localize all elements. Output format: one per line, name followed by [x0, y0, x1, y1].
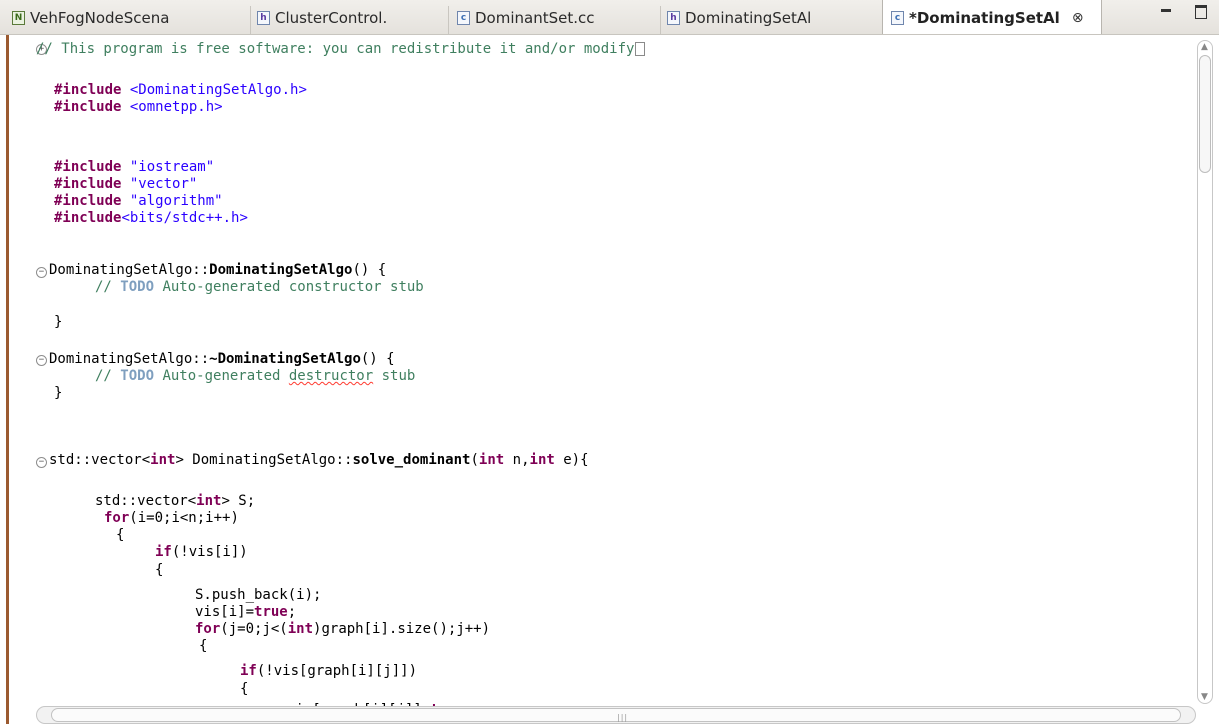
tab-label: ClusterControl. [275, 9, 388, 27]
code-line: if(!vis[i]) [155, 544, 248, 560]
tab-dominantset-cc[interactable]: c DominantSet.cc [457, 6, 647, 30]
tab-separator [250, 6, 251, 34]
tab-vehfognodescena[interactable]: N VehFogNodeScena [12, 6, 238, 30]
code-line: #include "vector" [54, 176, 198, 192]
code-line: #include "algorithm" [54, 193, 223, 209]
collapsed-comment-marker[interactable] [635, 42, 646, 56]
code-line: // TODO Auto-generated constructor stub [95, 279, 424, 295]
tab-label: VehFogNodeScena [30, 9, 170, 27]
code-line: for(j=0;j<(int)graph[i].size();j++) [195, 621, 491, 637]
horizontal-scroll-thumb[interactable]: ||| [51, 708, 1181, 722]
code-line: for(i=0;i<n;i++) [104, 510, 239, 526]
code-line: #include "iostream" [54, 159, 215, 175]
tab-bar-divider [0, 34, 1219, 35]
code-line: #include <omnetpp.h> [54, 99, 223, 115]
misspelled-word[interactable]: destructor [289, 368, 373, 384]
tab-dominatingsetalgo-cc[interactable]: c *DominatingSetAl ⊗ [882, 0, 1102, 35]
code-line: } [54, 314, 63, 330]
vertical-scroll-thumb[interactable] [1199, 55, 1211, 173]
collapse-fold-icon[interactable]: − [36, 267, 47, 278]
vertical-scrollbar[interactable]: ▲ ▼ [1197, 40, 1213, 704]
code-line: S.push_back(i); [195, 587, 322, 603]
code-line: } [54, 385, 63, 401]
code-line: #include<bits/stdc++.h> [54, 210, 248, 226]
tab-separator [660, 6, 661, 34]
tab-label: DominantSet.cc [475, 9, 595, 27]
minimize-icon[interactable] [1161, 1, 1171, 12]
code-line: { [199, 638, 208, 654]
tab-clustercontrol[interactable]: h ClusterControl. [257, 6, 447, 30]
tab-dominatingsetalgo-h[interactable]: h DominatingSetAl [667, 6, 872, 30]
code-line: { [116, 527, 125, 543]
code-line: { [155, 562, 164, 578]
code-line: #include <DominatingSetAlgo.h> [54, 82, 307, 98]
scroll-grip-icon: ||| [617, 713, 629, 722]
collapse-fold-icon[interactable]: − [36, 457, 47, 468]
code-line: DominatingSetAlgo::DominatingSetAlgo() { [49, 262, 387, 278]
code-line: // This program is free software: you ca… [36, 41, 646, 58]
header-file-icon: h [667, 11, 680, 25]
code-line: vis[i]=true; [195, 604, 297, 620]
code-line: std::vector<int> S; [95, 493, 256, 509]
annotation-ruler [9, 35, 31, 703]
collapse-fold-icon[interactable]: − [36, 355, 47, 366]
code-line: if(!vis[graph[i][j]]) [240, 663, 418, 679]
c-source-file-icon: c [457, 11, 470, 25]
scroll-up-icon[interactable]: ▲ [1201, 42, 1208, 52]
code-line: // TODO Auto-generated destructor stub [95, 368, 416, 384]
maximize-icon[interactable] [1195, 1, 1207, 19]
code-line: DominatingSetAlgo::~DominatingSetAlgo() … [49, 351, 395, 367]
code-line: { [240, 681, 249, 697]
c-source-file-icon: c [891, 10, 904, 25]
tab-label: *DominatingSetAl [909, 8, 1060, 27]
ned-file-icon: N [12, 11, 25, 25]
scroll-down-icon[interactable]: ▼ [1201, 692, 1208, 702]
header-file-icon: h [257, 11, 270, 25]
tab-separator [448, 6, 449, 34]
editor-tab-bar: N VehFogNodeScena h ClusterControl. c Do… [0, 0, 1219, 35]
close-tab-icon[interactable]: ⊗ [1072, 10, 1084, 26]
code-line: std::vector<int> DominatingSetAlgo::solv… [49, 452, 589, 468]
tab-label: DominatingSetAl [685, 9, 812, 27]
horizontal-scrollbar[interactable]: ||| [36, 706, 1196, 724]
